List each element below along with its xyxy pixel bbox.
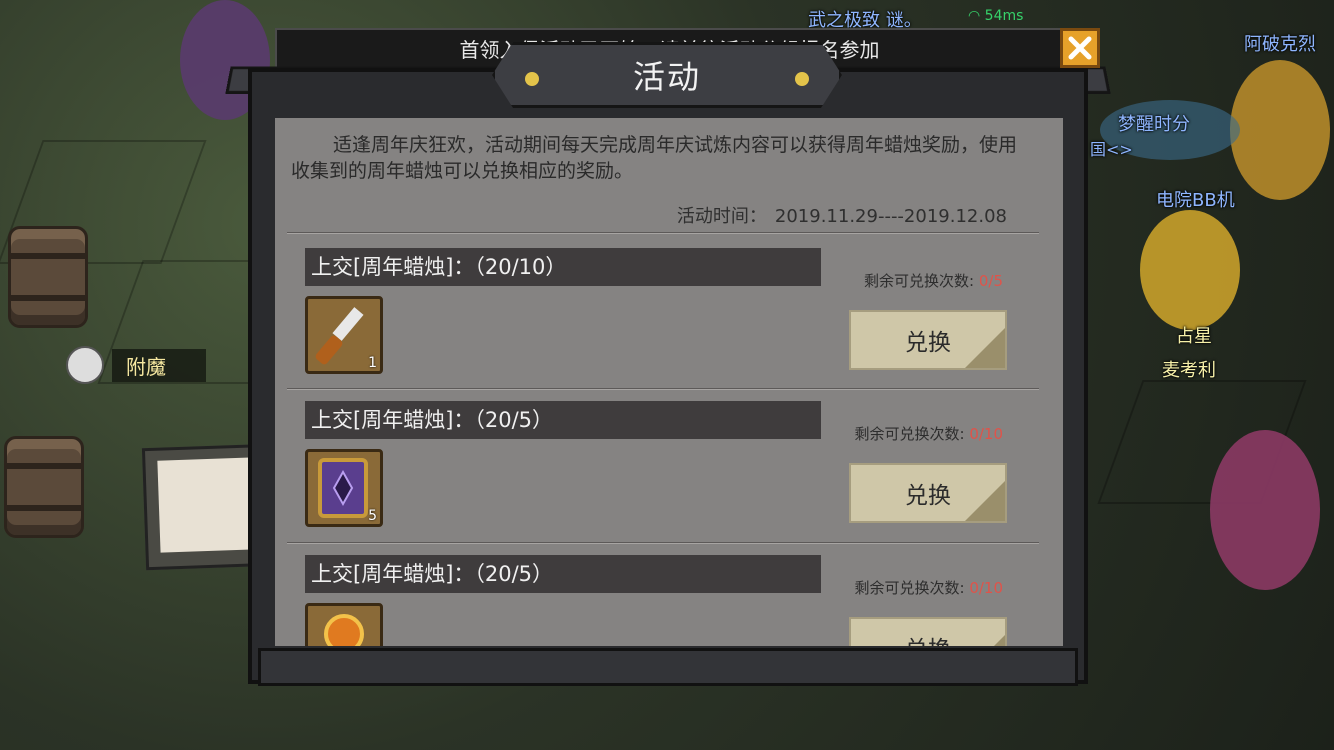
exchange-item: 上交[周年蜡烛]：（20/5） 剩余可兑换次数: 0/10 兑换	[275, 555, 1063, 646]
divider	[287, 388, 1039, 390]
event-time-label: 活动时间：	[676, 206, 767, 227]
dialog-content[interactable]: 适逢周年庆狂欢，活动期间每天完成周年庆试炼内容可以获得周年蜡烛奖励，使用收集到的…	[275, 118, 1063, 646]
player-name[interactable]: 阿破克烈	[1244, 30, 1316, 56]
reward-slot[interactable]: 5	[305, 449, 383, 527]
character-sprite	[1140, 210, 1240, 330]
player-name[interactable]: 梦醒时分	[1118, 110, 1190, 136]
enchant-button[interactable]: 附魔	[66, 346, 206, 384]
event-time: 活动时间： 2019.11.29----2019.12.08	[677, 202, 1007, 228]
item-requirement: 上交[周年蜡烛]：（20/5）	[305, 401, 821, 439]
latency-value: 54ms	[984, 8, 1024, 24]
dialog-title: 活动	[632, 58, 701, 96]
exchange-item: 上交[周年蜡烛]：（20/5） 5 剩余可兑换次数: 0/10 兑换	[275, 401, 1063, 551]
wifi-icon: ◠	[968, 8, 985, 24]
event-description: 适逢周年庆狂欢，活动期间每天完成周年庆试炼内容可以获得周年蜡烛奖励，使用收集到的…	[291, 134, 1018, 182]
remaining-value: 0/5	[978, 272, 1003, 290]
item-quantity: 5	[368, 508, 377, 524]
npc-name[interactable]: 占星	[1176, 322, 1212, 348]
exchange-item: 上交[周年蜡烛]：（20/10） 1 剩余可兑换次数: 0/5 兑换	[275, 248, 1063, 398]
title-dot-icon	[795, 72, 809, 86]
npc-name[interactable]: 麦考利	[1162, 356, 1216, 382]
dialog-title-plate: 活动	[492, 42, 842, 108]
player-guild: 国<>	[1090, 140, 1133, 159]
item-requirement: 上交[周年蜡烛]：（20/10）	[305, 248, 821, 286]
close-x-icon	[1068, 36, 1092, 60]
remaining-label: 剩余可兑换次数:	[854, 425, 965, 443]
enchant-label: 附魔	[112, 348, 206, 382]
remaining-count: 剩余可兑换次数: 0/10	[854, 423, 1003, 444]
exchange-button-label: 兑换	[905, 483, 951, 509]
reward-slot[interactable]: 1	[305, 296, 383, 374]
item-quantity: 1	[368, 355, 377, 371]
remaining-label: 剩余可兑换次数:	[864, 272, 975, 290]
remaining-count: 剩余可兑换次数: 0/10	[854, 577, 1003, 598]
map-paper-icon	[157, 457, 257, 553]
player-name[interactable]: 电院BB机	[1156, 186, 1235, 212]
close-button[interactable]	[1060, 28, 1100, 68]
character-sprite	[1210, 430, 1320, 590]
enchant-icon	[66, 346, 104, 384]
remaining-value: 0/10	[969, 425, 1003, 443]
remaining-value: 0/10	[969, 579, 1003, 597]
barrel	[8, 226, 88, 328]
exchange-button-label: 兑换	[905, 330, 951, 356]
exchange-button[interactable]: 兑换	[849, 463, 1007, 523]
item-requirement: 上交[周年蜡烛]：（20/5）	[305, 555, 821, 593]
character-sprite	[1230, 60, 1330, 200]
remaining-label: 剩余可兑换次数:	[854, 579, 965, 597]
orb-icon	[324, 614, 364, 646]
exchange-button-label: 兑换	[905, 630, 951, 646]
divider	[287, 542, 1039, 544]
dialog-frame-bottom	[258, 648, 1078, 686]
divider	[287, 232, 1039, 234]
event-time-value: 2019.11.29----2019.12.08	[774, 206, 1007, 227]
reward-slot[interactable]	[305, 603, 383, 646]
exchange-button[interactable]: 兑换	[849, 310, 1007, 370]
title-dot-icon	[525, 72, 539, 86]
barrel	[4, 436, 84, 538]
remaining-count: 剩余可兑换次数: 0/5	[864, 270, 1003, 291]
network-latency: ◠ 54ms	[968, 8, 1023, 24]
exchange-button[interactable]: 兑换	[849, 617, 1007, 646]
